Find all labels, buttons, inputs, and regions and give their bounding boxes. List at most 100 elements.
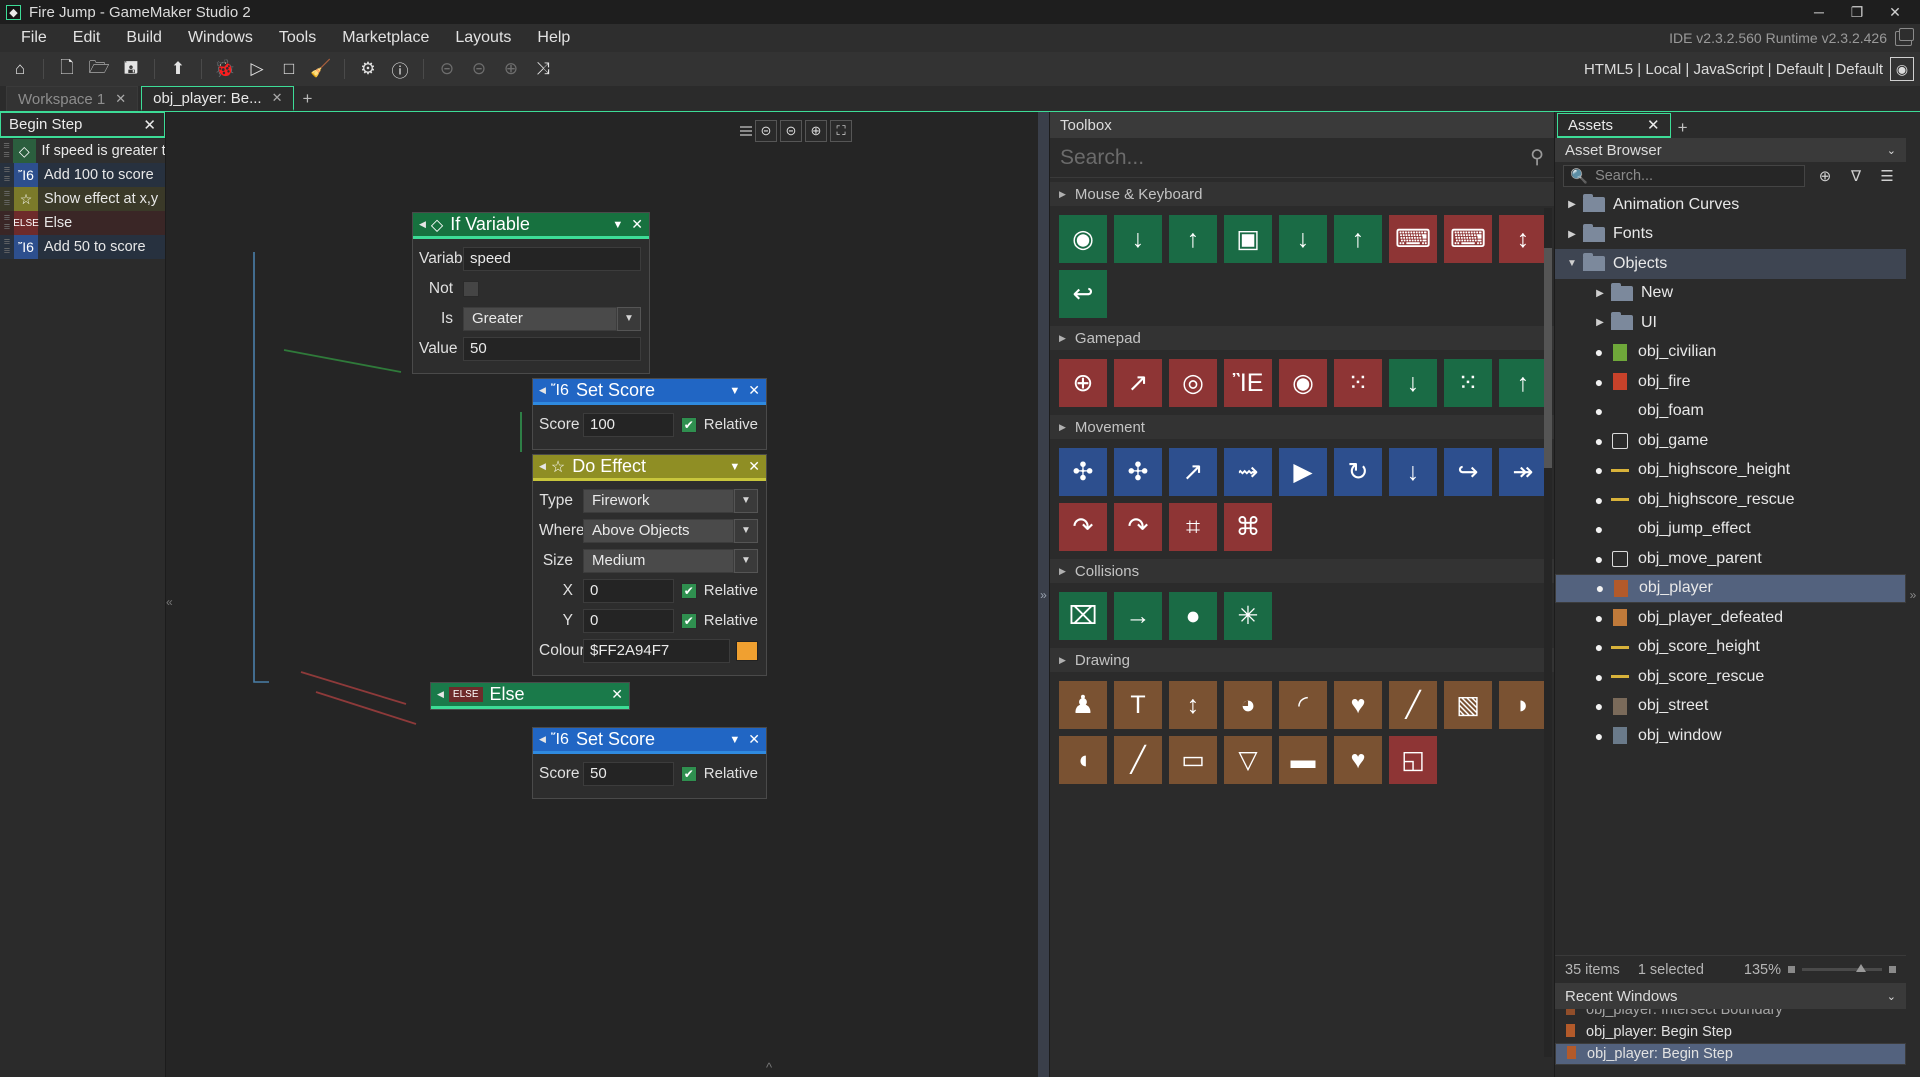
zoom-out-icon[interactable]: ⊝ <box>433 56 461 82</box>
collapse-caret-icon[interactable]: ◀ <box>539 461 546 472</box>
action-block-header[interactable]: ◀Ἴ6Set Score▼✕ <box>533 379 766 405</box>
keyboard-show-icon[interactable]: ⌨ <box>1389 215 1437 263</box>
tree-folder-new[interactable]: ▶New <box>1555 279 1906 309</box>
chevron-right-icon[interactable]: ▶ <box>1059 189 1066 200</box>
chevron-right-icon[interactable]: ▶ <box>1561 229 1583 240</box>
tab-workspace-1[interactable]: Workspace 1 ✕ <box>6 86 138 111</box>
gamepad-vibrate-icon[interactable]: ἺE <box>1224 359 1272 407</box>
field-input[interactable]: 50 <box>463 337 641 361</box>
chevron-right-icon[interactable]: ▶ <box>1589 288 1611 299</box>
action-block-header[interactable]: ◀Ἴ6Set Score▼✕ <box>533 728 766 754</box>
field-select[interactable]: Greater▼ <box>463 307 641 331</box>
save-icon[interactable]: 🖪 <box>117 56 145 82</box>
draw-hatch-icon[interactable]: ╱ <box>1389 681 1437 729</box>
menu-tools[interactable]: Tools <box>266 24 329 52</box>
tree-folder-ui[interactable]: ▶UI <box>1555 308 1906 338</box>
action-block-else[interactable]: ◀ELSEElse✕ <box>430 682 630 710</box>
toolbox-search[interactable]: Search... ⚲ <box>1050 138 1554 178</box>
recent-window-item[interactable]: obj_player: Intersect Boundary <box>1555 1009 1906 1021</box>
action-block-header[interactable]: ◀ELSEElse✕ <box>431 683 629 709</box>
chevron-down-icon[interactable]: ▼ <box>617 307 641 331</box>
chevron-down-icon[interactable]: ▼ <box>612 219 623 231</box>
relative-checkbox[interactable]: ✔ <box>681 613 697 629</box>
tree-folder-fonts[interactable]: ▶Fonts <box>1555 220 1906 250</box>
field-select[interactable]: Above Objects▼ <box>583 519 758 543</box>
chevron-down-icon[interactable]: ▼ <box>734 549 758 573</box>
add-tab-button[interactable]: + <box>297 89 317 111</box>
export-icon[interactable]: ⬆ <box>164 56 192 82</box>
jump-random-icon[interactable]: ↷ <box>1114 503 1162 551</box>
zoom-tools-grip[interactable] <box>740 120 752 142</box>
mouse-pressed-icon[interactable]: ◉ <box>1059 215 1107 263</box>
close-icon[interactable]: ✕ <box>115 91 126 107</box>
menu-file[interactable]: File <box>8 24 60 52</box>
keyboard-hide-icon[interactable]: ⌨ <box>1444 215 1492 263</box>
select-value[interactable]: Above Objects <box>583 519 734 543</box>
tab-assets[interactable]: Assets ✕ <box>1557 113 1671 138</box>
select-value[interactable]: Greater <box>463 307 617 331</box>
tree-folder-objects[interactable]: ▼Objects <box>1555 249 1906 279</box>
chevron-down-icon[interactable]: ▼ <box>734 489 758 513</box>
drag-handle-icon[interactable]: ≡≡ <box>0 238 14 256</box>
chevron-down-icon[interactable]: ▼ <box>729 461 740 473</box>
tree-item-obj_player_defeated[interactable]: ●obj_player_defeated <box>1555 603 1906 633</box>
toolbox-category-collisions[interactable]: ▶Collisions <box>1050 559 1554 583</box>
debug-icon[interactable]: 🐞 <box>211 56 239 82</box>
key-pressed-icon[interactable]: ↓ <box>1279 215 1327 263</box>
draw-text-ext-icon[interactable]: ↕ <box>1169 681 1217 729</box>
close-icon[interactable]: ✕ <box>631 216 643 233</box>
zoom-fit-icon[interactable]: ⊝ <box>780 120 802 142</box>
snap-grid-icon[interactable]: ⌗ <box>1169 503 1217 551</box>
move-towards-icon[interactable]: ↗ <box>1169 448 1217 496</box>
minimize-button[interactable]: ─ <box>1800 0 1838 24</box>
toolbox-category-movement[interactable]: ▶Movement <box>1050 415 1554 439</box>
home-icon[interactable]: ⌂ <box>6 56 34 82</box>
move-free-icon[interactable]: ✣ <box>1114 448 1162 496</box>
tree-item-obj_fire[interactable]: ●obj_fire <box>1555 367 1906 397</box>
workspace-expand-chevron[interactable]: ^ <box>766 1060 772 1075</box>
close-icon[interactable]: ✕ <box>748 458 760 475</box>
draw-hearts-icon[interactable]: ♥ <box>1334 681 1382 729</box>
chevron-down-icon[interactable]: ▼ <box>729 734 740 746</box>
add-asset-icon[interactable]: ⊕ <box>1814 167 1836 185</box>
gamepad-set-icon[interactable]: ⁙ <box>1444 359 1492 407</box>
workspace-canvas[interactable]: « ⊝ ⊝ ⊕ ⛶ ◀◇If Variable▼✕VariablespeedNo… <box>166 112 1038 1077</box>
gamepad-axis-icon[interactable]: ⊕ <box>1059 359 1107 407</box>
draw-triangle-icon[interactable]: ▽ <box>1224 736 1272 784</box>
fit-to-screen-icon[interactable]: ⤨ <box>529 56 557 82</box>
relative-checkbox[interactable]: ✔ <box>681 583 697 599</box>
field-select[interactable]: Firework▼ <box>583 489 758 513</box>
run-icon[interactable]: ▷ <box>243 56 271 82</box>
tree-item-obj_highscore_height[interactable]: ●obj_highscore_height <box>1555 456 1906 486</box>
draw-ellipse-icon[interactable]: ◖ <box>1059 736 1107 784</box>
close-button[interactable]: ✕ <box>1876 0 1914 24</box>
zoom-in-icon[interactable]: ⊕ <box>497 56 525 82</box>
tree-item-obj_highscore_rescue[interactable]: ●obj_highscore_rescue <box>1555 485 1906 515</box>
gear-icon[interactable]: ⚙ <box>354 56 382 82</box>
speed-horizontal-icon[interactable]: ▶ <box>1279 448 1327 496</box>
zoom-out-icon[interactable]: ⊝ <box>755 120 777 142</box>
chevron-down-icon[interactable]: ▼ <box>729 385 740 397</box>
draw-halfcircle-icon[interactable]: ◗ <box>1499 681 1547 729</box>
chevron-right-icon[interactable]: ▶ <box>1059 566 1066 577</box>
help-icon[interactable]: ⓘ <box>386 56 414 82</box>
draw-text-icon[interactable]: T <box>1114 681 1162 729</box>
clean-icon[interactable]: 🧹 <box>307 56 335 82</box>
draw-sprite-icon[interactable]: ♟ <box>1059 681 1107 729</box>
colour-swatch[interactable] <box>736 641 758 661</box>
field-input[interactable]: 50 <box>583 762 674 786</box>
field-input[interactable]: speed <box>463 247 641 271</box>
search-icon[interactable]: ⚲ <box>1530 146 1544 169</box>
check-empty-icon[interactable]: ⌧ <box>1059 592 1107 640</box>
recent-window-item[interactable]: obj_player: Begin Step <box>1555 1021 1906 1043</box>
gamepad-buttons-icon[interactable]: ⁙ <box>1334 359 1382 407</box>
tree-item-obj_score_rescue[interactable]: ●obj_score_rescue <box>1555 662 1906 692</box>
menu-layouts[interactable]: Layouts <box>442 24 524 52</box>
add-tab-button[interactable]: + <box>1671 118 1695 138</box>
menu-help[interactable]: Help <box>524 24 583 52</box>
draw-gradient-icon[interactable]: ▧ <box>1444 681 1492 729</box>
move-wander-icon[interactable]: ⇝ <box>1224 448 1272 496</box>
collapse-caret-icon[interactable]: ◀ <box>437 689 444 700</box>
asset-tree[interactable]: ▶Animation Curves▶Fonts▼Objects▶New▶UI●o… <box>1555 190 1906 955</box>
right-collapse-handle[interactable]: » <box>1906 112 1920 1077</box>
